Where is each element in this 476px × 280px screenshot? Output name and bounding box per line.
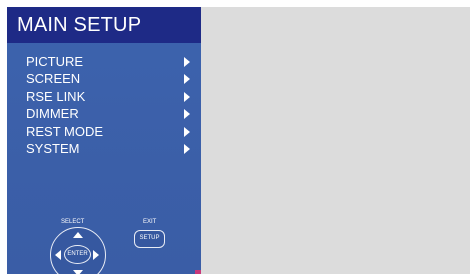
- menu-item-label: PICTURE: [26, 54, 84, 69]
- menu-item-label: RSE LINK: [26, 88, 86, 104]
- chevron-right-icon: [184, 57, 190, 67]
- select-label: SELECT: [61, 219, 85, 225]
- menu-item-label: REST MODE: [26, 123, 104, 139]
- arrow-up-icon[interactable]: [72, 232, 83, 238]
- menu-item-label: SYSTEM: [26, 140, 80, 156]
- exit-label: EXIT: [143, 219, 157, 225]
- chevron-right-icon: [184, 109, 190, 120]
- menu-title: MAIN SETUP: [17, 14, 142, 36]
- chevron-right-icon: [184, 143, 190, 154]
- menu-item-label: DIMMER: [26, 106, 79, 122]
- menu-item-system[interactable]: SYSTEM: [7, 140, 201, 157]
- screen: MAIN SETUP PICTURE SCREEN RSE LINK DIMME…: [0, 0, 476, 280]
- menu-item-picture[interactable]: PICTURE: [7, 53, 201, 70]
- menu-item-screen[interactable]: SCREEN: [7, 70, 201, 87]
- menu-header: MAIN SETUP: [7, 7, 201, 43]
- menu-item-dimmer[interactable]: DIMMER: [7, 105, 201, 122]
- menu-list: PICTURE SCREEN RSE LINK DIMMER REST MODE…: [7, 53, 201, 157]
- content-area: [201, 7, 470, 274]
- chevron-right-icon: [184, 126, 190, 137]
- enter-button[interactable]: ENTER: [64, 245, 91, 264]
- chevron-right-icon: [184, 91, 190, 102]
- chevron-right-icon: [184, 74, 190, 85]
- arrow-left-icon[interactable]: [55, 249, 61, 260]
- arrow-right-icon[interactable]: [93, 249, 99, 260]
- menu-item-rest-mode[interactable]: REST MODE: [7, 123, 201, 140]
- select-dpad[interactable]: ENTER: [50, 227, 106, 274]
- setup-button[interactable]: SETUP: [134, 230, 165, 248]
- menu-item-label: SCREEN: [26, 71, 81, 87]
- arrow-down-icon[interactable]: [72, 270, 83, 274]
- corner-accent: [195, 270, 201, 274]
- menu-item-rse-link[interactable]: RSE LINK: [7, 88, 201, 105]
- main-setup-menu: MAIN SETUP PICTURE SCREEN RSE LINK DIMME…: [7, 7, 201, 274]
